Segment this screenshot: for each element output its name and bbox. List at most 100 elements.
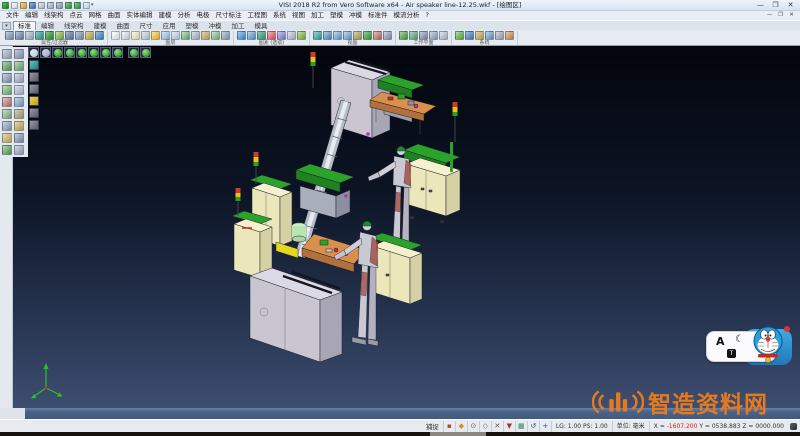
entity-info-icon[interactable] — [95, 31, 104, 40]
save-icon[interactable] — [29, 2, 36, 9]
snap-grid-icon[interactable]: ▦ — [515, 421, 527, 432]
attribute-line-icon[interactable] — [15, 31, 24, 40]
ime-halfwidth-icon[interactable]: ☾ — [735, 334, 744, 345]
maximize-button[interactable]: ❐ — [768, 0, 783, 10]
system-settings-icon[interactable] — [455, 31, 464, 40]
unmask-icon[interactable] — [75, 31, 84, 40]
deselect-all-icon[interactable] — [287, 31, 296, 40]
menu-item[interactable]: 建模 — [156, 11, 175, 20]
new-file-icon[interactable] — [11, 2, 18, 9]
open-file-icon[interactable] — [20, 2, 27, 9]
minimize-button[interactable]: — — [753, 0, 768, 10]
toolbar-tab[interactable]: 应用 — [158, 21, 181, 30]
zoom-all-icon[interactable] — [313, 31, 322, 40]
child-minimize-button[interactable]: — — [764, 11, 775, 19]
undo-icon[interactable] — [65, 2, 72, 9]
measure-distance-icon[interactable] — [14, 133, 24, 143]
view-left-icon[interactable] — [88, 47, 99, 58]
child-maximize-button[interactable]: ❐ — [775, 11, 786, 19]
zoom-window-icon[interactable] — [323, 31, 332, 40]
select-edges-icon[interactable] — [29, 84, 39, 94]
system-calculator-icon[interactable] — [495, 31, 504, 40]
view-axonometric-icon[interactable] — [128, 47, 139, 58]
view-top-icon[interactable] — [64, 47, 75, 58]
menu-item[interactable]: 塑模 — [327, 11, 346, 20]
layer-hidden-icon[interactable] — [191, 31, 200, 40]
layer-all-on-icon[interactable] — [211, 31, 220, 40]
child-close-button[interactable]: ✕ — [786, 11, 797, 19]
pan-view-icon[interactable] — [353, 31, 362, 40]
menu-item[interactable]: 编辑 — [22, 11, 41, 20]
filter-color-icon[interactable] — [45, 31, 54, 40]
menu-item[interactable]: 加工 — [308, 11, 327, 20]
select-points-icon[interactable] — [29, 120, 39, 130]
workplane-list-icon[interactable] — [439, 31, 448, 40]
layer-manager-icon[interactable] — [121, 31, 130, 40]
crosshair-icon[interactable]: + — [539, 421, 551, 432]
snap-quadrant-icon[interactable]: ◇ — [479, 421, 491, 432]
chamfer-icon[interactable] — [14, 109, 24, 119]
redo-icon[interactable] — [74, 2, 81, 9]
select-color-icon[interactable] — [267, 31, 276, 40]
ime-toolbox-icon[interactable]: T — [727, 349, 736, 358]
menu-item[interactable]: 标准件 — [365, 11, 391, 20]
view-shaded-icon[interactable] — [140, 47, 151, 58]
import-icon[interactable] — [38, 2, 45, 9]
system-macro-icon[interactable] — [475, 31, 484, 40]
select-chain-icon[interactable] — [257, 31, 266, 40]
snap-point-icon[interactable]: ▪ — [443, 421, 455, 432]
view-bottom-icon[interactable] — [76, 47, 87, 58]
menu-item[interactable]: 分析 — [175, 11, 194, 20]
menu-item[interactable]: 点云 — [67, 11, 86, 20]
select-wireframe-icon[interactable] — [29, 108, 39, 118]
toolbar-tab[interactable]: 加工 — [227, 21, 250, 30]
menu-item[interactable]: ? — [423, 11, 432, 20]
menu-item[interactable]: 工程图 — [245, 11, 271, 20]
view-front-icon[interactable] — [28, 47, 39, 58]
select-invert-icon[interactable] — [277, 31, 286, 40]
view-back-icon[interactable] — [112, 47, 123, 58]
select-faces-icon[interactable] — [29, 72, 39, 82]
group-icon[interactable] — [14, 121, 24, 131]
copy-entity-icon[interactable] — [14, 61, 24, 71]
export-icon[interactable] — [47, 2, 54, 9]
snap-intersection-icon[interactable]: ✕ — [491, 421, 503, 432]
layer-move-icon[interactable] — [161, 31, 170, 40]
menu-item[interactable]: 模流分析 — [391, 11, 423, 20]
layer-visible-icon[interactable] — [181, 31, 190, 40]
zoom-out-icon[interactable] — [343, 31, 352, 40]
layer-settings-icon[interactable] — [221, 31, 230, 40]
toolbar-tab[interactable]: 曲面 — [112, 21, 135, 30]
view-cube-icon[interactable] — [40, 47, 51, 58]
3d-viewport-air-speaker-line[interactable] — [0, 46, 800, 408]
quick-access-more-icon[interactable]: ▾ — [91, 2, 94, 8]
toolbar-tab[interactable]: 模具 — [250, 21, 273, 30]
stretch-icon[interactable] — [14, 85, 24, 95]
workplane-align-icon[interactable] — [419, 31, 428, 40]
menu-item[interactable]: 网格 — [86, 11, 105, 20]
toolbar-tab[interactable]: 塑模 — [181, 21, 204, 30]
menu-item[interactable]: 文件 — [3, 11, 22, 20]
toolbar-tab[interactable]: 尺寸 — [135, 21, 158, 30]
menu-item[interactable]: 电极 — [194, 11, 213, 20]
toolbar-dropdown-icon[interactable]: ▾ — [2, 22, 11, 30]
close-button[interactable]: ✕ — [783, 0, 798, 10]
ime-widget[interactable]: A ☾ T — [704, 324, 794, 370]
menu-item[interactable]: 冲模 — [346, 11, 365, 20]
snap-midpoint-icon[interactable]: ◆ — [455, 421, 467, 432]
ime-mode-indicator[interactable]: A — [716, 335, 725, 348]
mirror-entity-icon[interactable] — [14, 73, 24, 83]
view-right-icon[interactable] — [100, 47, 111, 58]
toolbar-options-icon[interactable] — [83, 2, 90, 9]
offset-icon[interactable] — [2, 121, 12, 131]
system-info-icon[interactable] — [485, 31, 494, 40]
undo-edit-icon[interactable] — [2, 145, 12, 155]
toolbar-tab[interactable]: 建模 — [89, 21, 112, 30]
move-entity-icon[interactable] — [2, 61, 12, 71]
menu-item[interactable]: 系统 — [270, 11, 289, 20]
extend-icon[interactable] — [14, 97, 24, 107]
snap-center-icon[interactable]: ⊙ — [467, 421, 479, 432]
toolbar-tab[interactable]: 冲模 — [204, 21, 227, 30]
workplane-create-icon[interactable] — [399, 31, 408, 40]
redraw-icon[interactable] — [383, 31, 392, 40]
